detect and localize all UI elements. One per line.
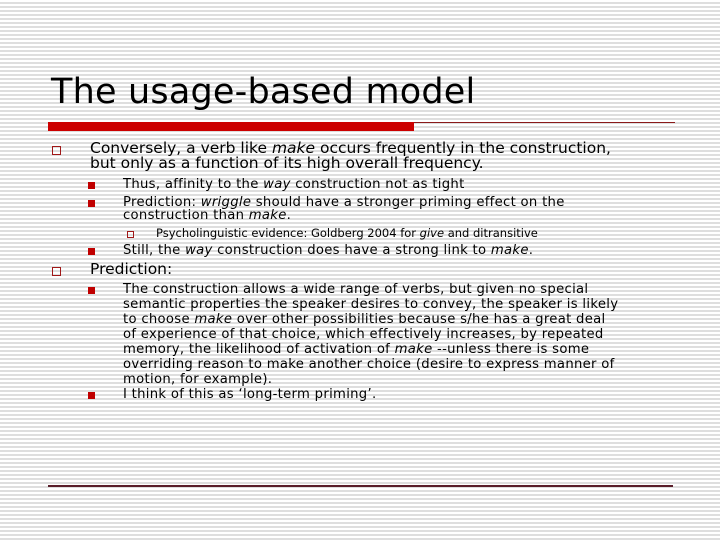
- filled-square-bullet-icon: [88, 392, 95, 399]
- bullet-prediction: Prediction:: [90, 260, 173, 278]
- bullet-line: construction than make.: [123, 208, 292, 223]
- filled-square-bullet-icon: [88, 248, 95, 255]
- bullet-line: The construction allows a wide range of …: [123, 282, 589, 297]
- filled-square-bullet-icon: [88, 200, 95, 207]
- subsubbullet-evidence: Psycholinguistic evidence: Goldberg 2004…: [156, 226, 538, 240]
- title-accent-bar: [48, 122, 414, 131]
- footer-divider: [48, 485, 673, 487]
- bullet-line: of experience of that choice, which effe…: [123, 327, 604, 342]
- subbullet-long-term-priming: I think of this as ‘long-term priming’.: [123, 387, 377, 402]
- bullet-line: overriding reason to make another choice…: [123, 357, 615, 372]
- subbullet-still: Still, the way construction does have a …: [123, 243, 534, 258]
- bullet-conversely: Conversely, a verb like make occurs freq…: [90, 140, 611, 172]
- subbullet-prediction-wriggle: Prediction: wriggle should have a strong…: [123, 196, 565, 222]
- bullet-line: semantic properties the speaker desires …: [123, 297, 619, 312]
- hollow-square-bullet-icon: [52, 146, 61, 155]
- bullet-line: memory, the likelihood of activation of …: [123, 342, 590, 357]
- hollow-square-bullet-icon: [52, 267, 61, 276]
- slide-title: The usage-based model: [51, 72, 476, 112]
- subbullet-construction-allows: The construction allows a wide range of …: [123, 282, 618, 387]
- filled-square-bullet-icon: [88, 182, 95, 189]
- filled-square-bullet-icon: [88, 287, 95, 294]
- bullet-line: to choose make over other possibilities …: [123, 312, 606, 327]
- bullet-line: but only as a function of its high overa…: [90, 154, 484, 172]
- subbullet-affinity: Thus, affinity to the way construction n…: [123, 177, 465, 192]
- hollow-square-bullet-icon: [127, 231, 134, 238]
- bullet-line: motion, for example).: [123, 372, 273, 387]
